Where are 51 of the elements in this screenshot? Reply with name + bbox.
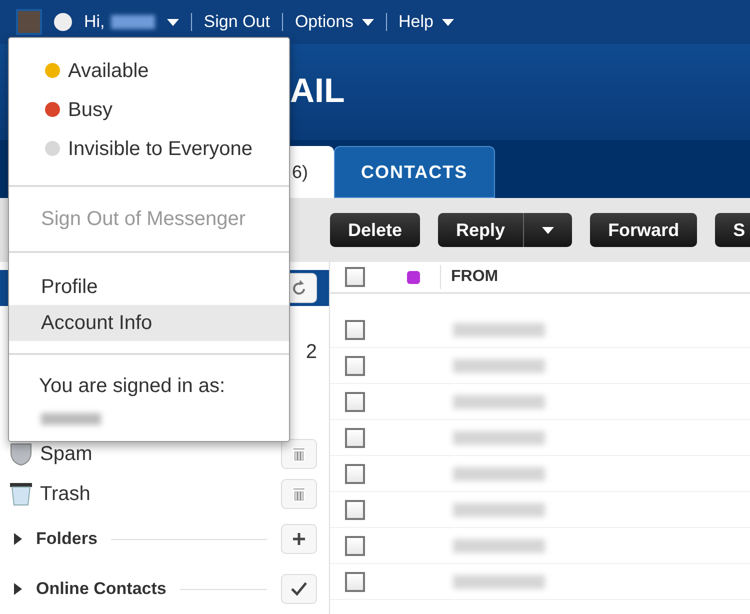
top-link[interactable]: Help (398, 9, 454, 35)
toolbar-button[interactable]: Forward (590, 213, 698, 247)
row-checkbox[interactable] (345, 500, 365, 520)
folder-label[interactable]: Spam (40, 439, 281, 469)
check-icon (291, 582, 307, 596)
section-button[interactable] (281, 574, 317, 604)
column-header[interactable]: FROM (440, 265, 498, 289)
section-button[interactable] (281, 524, 317, 554)
status-option[interactable]: Busy (68, 94, 112, 124)
toolbar-button[interactable]: Reply (438, 213, 524, 247)
section-label[interactable]: Online Contacts (36, 576, 166, 602)
row-checkbox[interactable] (345, 428, 365, 448)
top-link[interactable]: Options (294, 9, 374, 35)
caret-icon (542, 227, 554, 234)
tab[interactable]: CONTACTS (334, 146, 495, 198)
signed-in-label: You are signed in as: (38, 374, 226, 399)
expand-icon (14, 533, 22, 545)
trash-icon (292, 446, 306, 462)
shield-icon (8, 441, 34, 467)
greeting: Hi, (84, 11, 105, 34)
empty-button[interactable] (281, 479, 317, 509)
unread-count: 2 (306, 340, 317, 365)
blurred-account (41, 413, 101, 425)
row-checkbox[interactable] (345, 536, 365, 556)
caret-icon (362, 18, 374, 26)
toolbar-button[interactable]: Delete (330, 213, 420, 247)
trash-icon (292, 486, 306, 502)
row-checkbox[interactable] (345, 356, 365, 376)
select-all-checkbox[interactable] (345, 267, 365, 287)
section-label[interactable]: Folders (36, 526, 98, 552)
status-option[interactable]: Available (68, 56, 149, 86)
menu-item[interactable]: Account Info (9, 305, 289, 341)
caret-icon (166, 18, 179, 26)
refresh-icon (291, 279, 307, 297)
caret-icon (442, 18, 454, 26)
bin-icon (8, 481, 34, 507)
toolbar-button[interactable]: S (715, 213, 750, 247)
menu-item[interactable]: Profile (9, 269, 289, 305)
folder-label[interactable]: Trash (40, 479, 281, 509)
row-checkbox[interactable] (345, 320, 365, 340)
expand-icon (14, 583, 22, 595)
top-link[interactable]: Sign Out (204, 9, 270, 35)
status-icon (54, 13, 72, 31)
row-checkbox[interactable] (345, 464, 365, 484)
empty-button[interactable] (281, 439, 317, 469)
blurred-name (110, 15, 155, 29)
row-checkbox[interactable] (345, 572, 365, 592)
dropdown-button[interactable] (523, 213, 572, 247)
flag-icon (407, 270, 420, 284)
row-checkbox[interactable] (345, 392, 365, 412)
plus-icon (292, 532, 306, 546)
